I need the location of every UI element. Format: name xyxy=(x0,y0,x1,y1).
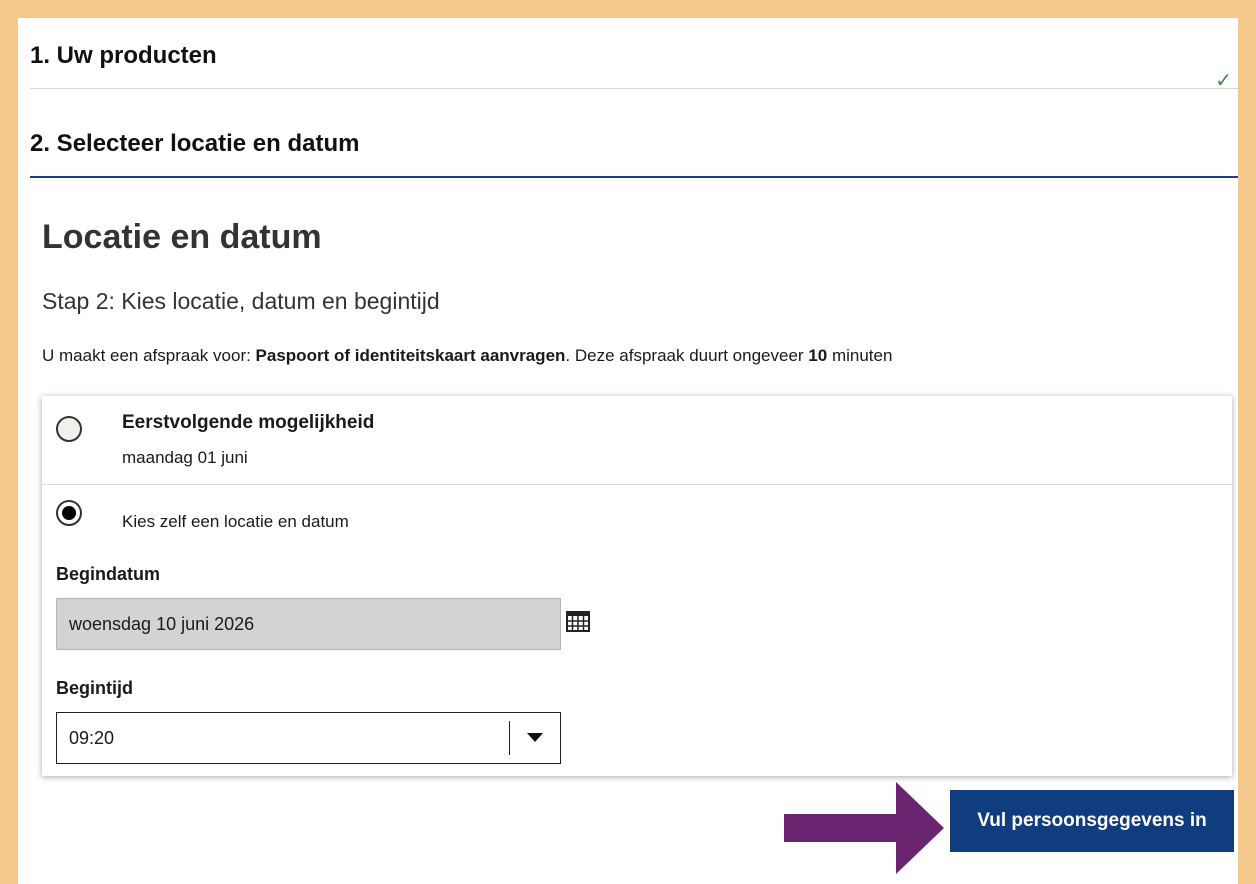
annotation-arrow-icon xyxy=(784,782,944,874)
begintijd-label: Begintijd xyxy=(56,678,133,698)
info-product: Paspoort of identiteitskaart aanvragen xyxy=(255,346,566,365)
info-mid: . Deze afspraak duurt ongeveer xyxy=(565,346,809,365)
checkmark-icon: ✓ xyxy=(1215,70,1232,92)
calendar-icon[interactable] xyxy=(566,610,590,632)
select-separator xyxy=(509,721,510,755)
first-available-title: Eerstvolgende mogelijkheid xyxy=(122,412,375,433)
divider xyxy=(30,88,1238,89)
next-button[interactable]: Vul persoonsgegevens in xyxy=(950,790,1234,852)
step-2-header[interactable]: 2. Selecteer locatie en datum xyxy=(30,130,1238,158)
step-1-header[interactable]: 1. Uw producten xyxy=(30,42,1238,70)
begindatum-field[interactable]: woensdag 10 juni 2026 xyxy=(56,598,561,650)
custom-choice-label: Kies zelf een locatie en datum xyxy=(122,512,349,531)
active-step-divider xyxy=(30,176,1238,178)
appointment-panel: 1. Uw producten ✓ 2. Selecteer locatie e… xyxy=(18,18,1238,884)
info-suffix: minuten xyxy=(827,346,893,365)
custom-choice-radio[interactable] xyxy=(56,500,82,526)
info-duration: 10 xyxy=(808,346,828,365)
page-title: Locatie en datum xyxy=(42,218,322,256)
divider xyxy=(42,484,1232,485)
begintijd-select[interactable]: 09:20 xyxy=(56,712,561,764)
info-prefix: U maakt een afspraak voor: xyxy=(42,346,256,365)
begintijd-value: 09:20 xyxy=(69,728,115,748)
options-card: Eerstvolgende mogelijkheid maandag 01 ju… xyxy=(42,396,1232,776)
begindatum-label: Begindatum xyxy=(56,564,161,584)
first-available-date: maandag 01 juni xyxy=(122,448,248,467)
page-subtitle: Stap 2: Kies locatie, datum en begintijd xyxy=(42,288,440,314)
first-available-radio[interactable] xyxy=(56,416,82,442)
dropdown-arrow-icon xyxy=(527,733,543,742)
appointment-info: U maakt een afspraak voor: Paspoort of i… xyxy=(42,346,892,366)
